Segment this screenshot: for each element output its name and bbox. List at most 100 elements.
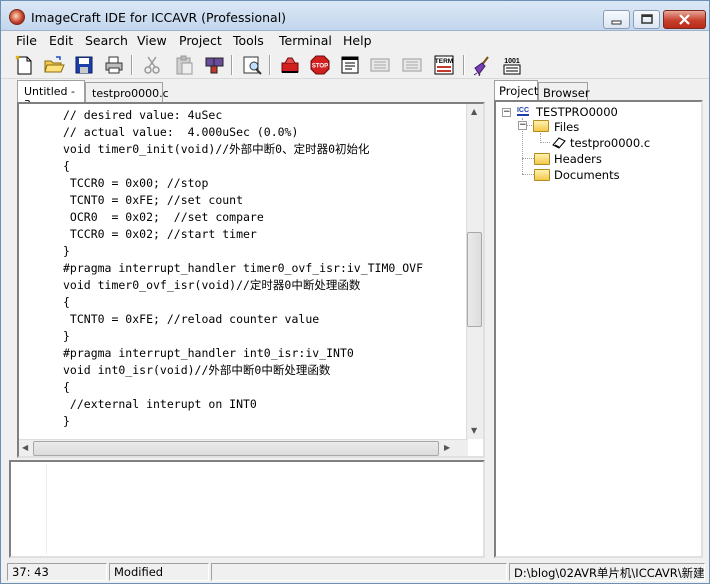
find-button[interactable]: [203, 54, 225, 76]
error-next-button[interactable]: [401, 54, 423, 76]
menu-view[interactable]: View: [137, 33, 167, 48]
menu-search[interactable]: Search: [85, 33, 128, 48]
code-line[interactable]: {: [63, 294, 475, 311]
menu-project[interactable]: Project: [179, 33, 222, 48]
terminal-button[interactable]: TERM: [433, 54, 455, 76]
tree-files[interactable]: Files: [554, 120, 579, 134]
open-folder-icon: [44, 56, 65, 73]
broom-icon: [473, 56, 489, 77]
output-panel[interactable]: [9, 460, 485, 558]
scroll-left-icon[interactable]: ◀: [22, 443, 28, 452]
code-line[interactable]: // desired value: 4uSec: [63, 107, 475, 124]
code-line[interactable]: void timer0_init(void)//外部中断0、定时器0初始化: [63, 141, 475, 158]
maximize-button[interactable]: [633, 10, 660, 29]
icc-project-icon: ICC: [517, 107, 529, 116]
output-gutter: [13, 464, 47, 554]
tab-testpro0000-c[interactable]: testpro0000.c: [85, 82, 169, 102]
error-prev-icon: [370, 58, 390, 72]
menu-edit[interactable]: Edit: [49, 33, 73, 48]
terminal-icon: TERM: [434, 55, 454, 75]
code-line[interactable]: TCCR0 = 0x00; //stop: [63, 175, 475, 192]
code-line[interactable]: {: [63, 379, 475, 396]
status-path: D:\blog\02AVR单片机\ICCAVR\新建: [509, 563, 705, 581]
tab-project[interactable]: Project: [494, 80, 538, 101]
save-button[interactable]: [73, 54, 95, 76]
icc-icon-label: ICC: [517, 107, 529, 114]
horizontal-scrollbar[interactable]: ◀ ▶: [19, 439, 468, 456]
code-line[interactable]: TCCR0 = 0x02; //start timer: [63, 226, 475, 243]
scroll-up-icon[interactable]: ▲: [471, 107, 477, 116]
print-button[interactable]: [103, 54, 125, 76]
print-icon: [105, 56, 123, 74]
code-line[interactable]: //external interupt on INT0: [63, 396, 475, 413]
menu-tools[interactable]: Tools: [233, 33, 264, 48]
paste-icon: [176, 55, 193, 75]
close-icon: [679, 14, 690, 25]
code-line[interactable]: {: [63, 158, 475, 175]
tree-documents[interactable]: Documents: [554, 168, 620, 182]
find-in-files-icon: [243, 56, 262, 75]
code-line[interactable]: #pragma interrupt_handler int0_isr:iv_IN…: [63, 345, 475, 362]
clean-button[interactable]: [471, 54, 493, 77]
status-cursor-position: 37: 43: [7, 563, 107, 581]
menu-terminal[interactable]: Terminal: [279, 33, 332, 48]
error-next-icon: [402, 58, 422, 72]
stop-button[interactable]: STOP: [309, 54, 331, 76]
code-line[interactable]: void int0_isr(void)//外部中断0中断处理函数: [63, 362, 475, 379]
project-tree[interactable]: − ICC TESTPRO0000 − Files testpro0000.c …: [494, 100, 703, 558]
minimize-button[interactable]: [603, 10, 630, 29]
menu-file[interactable]: File: [16, 33, 37, 48]
make-button[interactable]: [339, 54, 361, 76]
toolbar-separator: [131, 55, 133, 75]
code-line[interactable]: }: [63, 328, 475, 345]
editor-panel: Untitled - 3 testpro0000.c // desired va…: [9, 80, 485, 458]
toolbar: STOP TERM 1001: [1, 51, 709, 79]
new-file-button[interactable]: [13, 54, 35, 76]
code-line[interactable]: #pragma interrupt_handler timer0_ovf_isr…: [63, 260, 475, 277]
tab-untitled-3[interactable]: Untitled - 3: [17, 80, 85, 111]
tree-headers[interactable]: Headers: [554, 152, 602, 166]
folder-icon: [534, 169, 550, 181]
scroll-right-icon[interactable]: ▶: [444, 443, 450, 452]
vertical-scroll-thumb[interactable]: [467, 232, 482, 327]
code-line[interactable]: // actual value: 4.000uSec (0.0%): [63, 124, 475, 141]
toolbar-separator: [269, 55, 271, 75]
status-modified: Modified: [109, 563, 209, 581]
toolbar-separator: [231, 55, 233, 75]
minimize-icon: [611, 20, 622, 25]
folder-open-icon: [533, 120, 549, 132]
toolbar-separator: [463, 55, 465, 75]
code-line[interactable]: }: [63, 243, 475, 260]
title-bar[interactable]: ImageCraft IDE for ICCAVR (Professional): [1, 1, 709, 31]
code-area[interactable]: // desired value: 4uSec// actual value: …: [63, 107, 475, 433]
tree-root[interactable]: TESTPRO0000: [536, 105, 618, 119]
code-line[interactable]: void timer0_ovf_isr(void)//定时器0中断处理函数: [63, 277, 475, 294]
code-line[interactable]: OCR0 = 0x02; //set compare: [63, 209, 475, 226]
find-in-files-button[interactable]: [241, 54, 263, 76]
cut-button[interactable]: [141, 54, 163, 76]
open-folder-button[interactable]: [43, 54, 65, 76]
folder-icon: [534, 153, 550, 165]
compile-button[interactable]: [279, 54, 301, 76]
close-button[interactable]: [663, 10, 706, 29]
code-line[interactable]: }: [63, 413, 475, 430]
code-line[interactable]: TCNT0 = 0xFE; //set count: [63, 192, 475, 209]
code-line[interactable]: TCNT0 = 0xFE; //reload counter value: [63, 311, 475, 328]
stop-icon: STOP: [310, 55, 330, 75]
vertical-scrollbar[interactable]: ▲ ▼: [466, 104, 483, 439]
paste-button[interactable]: [173, 54, 195, 76]
binary-button[interactable]: 1001: [501, 54, 523, 76]
menu-help[interactable]: Help: [343, 33, 372, 48]
collapse-icon[interactable]: −: [518, 121, 527, 130]
binary-label: 1001: [504, 58, 520, 65]
tree-line: [522, 174, 534, 175]
error-prev-button[interactable]: [369, 54, 391, 76]
collapse-icon[interactable]: −: [502, 108, 511, 117]
horizontal-scroll-thumb[interactable]: [33, 441, 439, 456]
menu-bar: File Edit Search View Project Tools Term…: [1, 31, 709, 51]
tab-browser[interactable]: Browser: [538, 82, 590, 100]
tree-file-testpro0000-c[interactable]: testpro0000.c: [570, 136, 650, 150]
app-icon[interactable]: [9, 9, 25, 25]
scroll-down-icon[interactable]: ▼: [471, 426, 477, 435]
code-editor[interactable]: // desired value: 4uSec// actual value: …: [17, 102, 485, 458]
